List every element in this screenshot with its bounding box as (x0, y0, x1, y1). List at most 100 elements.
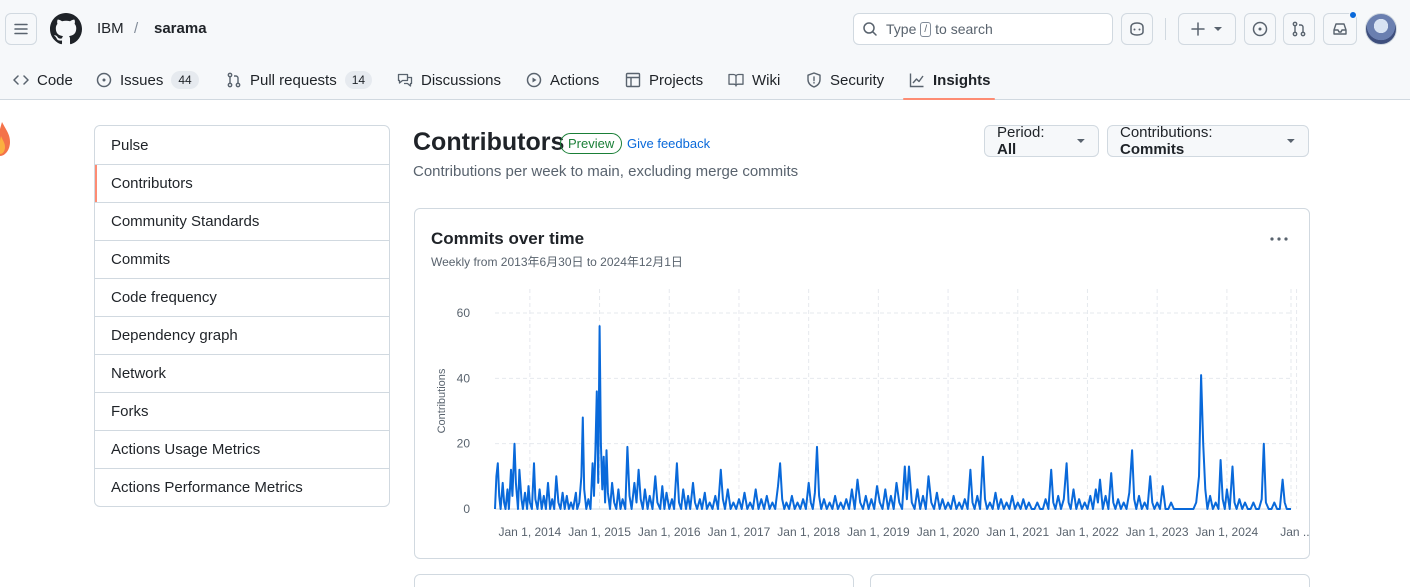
your-issues-button[interactable] (1244, 13, 1276, 45)
sidebar-item-community-standards[interactable]: Community Standards (95, 202, 389, 240)
tab-security-label: Security (830, 71, 885, 89)
y-tick-label: 60 (457, 306, 471, 320)
sidebar-item-network[interactable]: Network (95, 354, 389, 392)
x-tick-label: Jan 1, 2015 (568, 525, 631, 539)
y-tick-label: 40 (457, 371, 471, 385)
flame-icon (0, 122, 10, 156)
tab-issues-label: Issues (120, 71, 164, 89)
insights-sidebar: Pulse Contributors Community Standards C… (94, 125, 390, 507)
menu-icon (14, 23, 28, 35)
tab-projects[interactable]: Projects (625, 60, 703, 100)
sidebar-item-pulse[interactable]: Pulse (95, 126, 389, 164)
preview-badge: Preview (560, 133, 623, 154)
contributor-card (414, 574, 854, 587)
x-tick-label: Jan 1, 2018 (777, 525, 840, 539)
issue-opened-icon (96, 72, 112, 88)
play-icon (526, 72, 542, 88)
search-shortcut-key: / (920, 21, 932, 37)
contributor-card (870, 574, 1310, 587)
sidebar-item-contributors[interactable]: Contributors (95, 164, 389, 202)
copilot-button[interactable] (1121, 13, 1153, 45)
plus-icon (1191, 22, 1205, 36)
page-title: Contributors (413, 128, 565, 156)
git-pull-request-icon (227, 72, 241, 88)
repo-navigation: Code Issues 44 Pull requests 14 Discussi… (0, 60, 1410, 100)
breadcrumb-repo-link[interactable]: sarama (154, 20, 207, 37)
tab-wiki[interactable]: Wiki (728, 60, 780, 100)
issues-counter: 44 (171, 71, 199, 89)
shield-icon (807, 72, 821, 88)
x-tick-label: Jan 1, 2019 (847, 525, 910, 539)
tab-code[interactable]: Code (13, 60, 73, 100)
create-new-button[interactable] (1178, 13, 1236, 45)
graph-icon (909, 73, 924, 88)
search-input[interactable]: Type / to search (853, 13, 1113, 45)
x-tick-label: Jan ... (1280, 525, 1309, 539)
y-tick-label: 20 (457, 437, 471, 451)
code-icon (13, 75, 29, 85)
sidebar-item-actions-usage-metrics[interactable]: Actions Usage Metrics (95, 430, 389, 468)
x-tick-label: Jan 1, 2024 (1196, 525, 1259, 539)
pull-requests-counter: 14 (344, 71, 373, 89)
book-icon (728, 73, 744, 87)
tab-wiki-label: Wiki (752, 71, 781, 89)
breadcrumb-owner-link[interactable]: IBM (97, 20, 124, 37)
x-tick-label: Jan 1, 2023 (1126, 525, 1189, 539)
caret-down-icon (1077, 139, 1086, 143)
search-icon (863, 22, 877, 36)
search-prefix: Type (886, 21, 917, 37)
contributions-value: Commits (1120, 141, 1185, 158)
contributions-type-dropdown[interactable]: Contributions: Commits (1107, 124, 1309, 158)
commits-line-chart: 0 20 40 60 Jan 1, 2014 Jan 1, 2015 Jan 1, 2016… (436, 289, 1309, 539)
tab-projects-label: Projects (649, 71, 704, 89)
header-divider (1165, 18, 1166, 40)
caret-down-icon (1214, 27, 1222, 31)
x-tick-label: Jan 1, 2014 (498, 525, 561, 539)
tab-code-label: Code (37, 71, 73, 89)
inbox-icon (1333, 23, 1347, 35)
tab-actions[interactable]: Actions (526, 60, 599, 100)
series-line (494, 325, 1291, 510)
comment-discussion-icon (397, 73, 413, 87)
git-pull-request-icon (1292, 21, 1306, 37)
notification-indicator (1349, 11, 1357, 19)
tab-discussions[interactable]: Discussions (397, 60, 501, 100)
x-tick-label: Jan 1, 2017 (708, 525, 771, 539)
sidebar-item-commits[interactable]: Commits (95, 240, 389, 278)
issue-opened-icon (1252, 21, 1268, 37)
x-tick-label: Jan 1, 2020 (917, 525, 980, 539)
period-value: All (997, 141, 1017, 158)
tab-pull-requests-label: Pull requests (250, 71, 337, 89)
y-axis-title: Contributions (436, 368, 448, 433)
hamburger-menu-button[interactable] (5, 13, 37, 45)
table-icon (625, 72, 641, 88)
tab-insights[interactable]: Insights (909, 60, 991, 100)
tab-security[interactable]: Security (806, 60, 884, 100)
x-tick-label: Jan 1, 2016 (638, 525, 701, 539)
x-tick-label: Jan 1, 2021 (986, 525, 1049, 539)
period-label: Period: (997, 124, 1045, 141)
copilot-icon (1130, 22, 1144, 36)
sidebar-item-forks[interactable]: Forks (95, 392, 389, 430)
github-logo-icon[interactable] (50, 13, 82, 45)
y-tick-label: 0 (463, 502, 470, 516)
tab-actions-label: Actions (550, 71, 600, 89)
give-feedback-link[interactable]: Give feedback (627, 136, 710, 151)
user-avatar[interactable] (1365, 13, 1397, 45)
tab-issues[interactable]: Issues 44 (96, 60, 199, 100)
caret-down-icon (1287, 139, 1296, 143)
commits-over-time-card: Commits over time Weekly from 2013年6月30日… (414, 208, 1310, 559)
sidebar-item-dependency-graph[interactable]: Dependency graph (95, 316, 389, 354)
contributions-label: Contributions: (1120, 124, 1213, 141)
tab-pull-requests[interactable]: Pull requests 14 (226, 60, 373, 100)
search-suffix: to search (935, 21, 993, 37)
tab-insights-label: Insights (933, 71, 991, 89)
breadcrumb-separator: / (134, 20, 139, 37)
your-pull-requests-button[interactable] (1283, 13, 1315, 45)
tab-discussions-label: Discussions (421, 71, 502, 89)
sidebar-item-actions-performance-metrics[interactable]: Actions Performance Metrics (95, 468, 389, 506)
page-subtitle: Contributions per week to main, excludin… (413, 163, 799, 180)
sidebar-item-code-frequency[interactable]: Code frequency (95, 278, 389, 316)
period-dropdown[interactable]: Period: All (984, 124, 1099, 158)
x-tick-label: Jan 1, 2022 (1056, 525, 1119, 539)
